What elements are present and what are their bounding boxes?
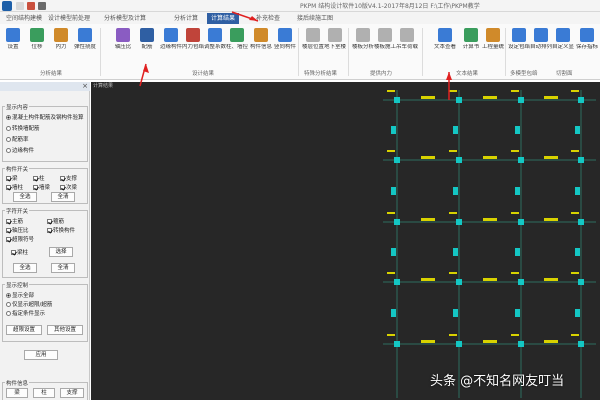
arrow-head bbox=[249, 16, 258, 21]
arrow-head bbox=[446, 72, 452, 80]
watermark: 头条 @不知名网友叮当 bbox=[430, 374, 565, 389]
annotation-arrows bbox=[139, 11, 452, 100]
